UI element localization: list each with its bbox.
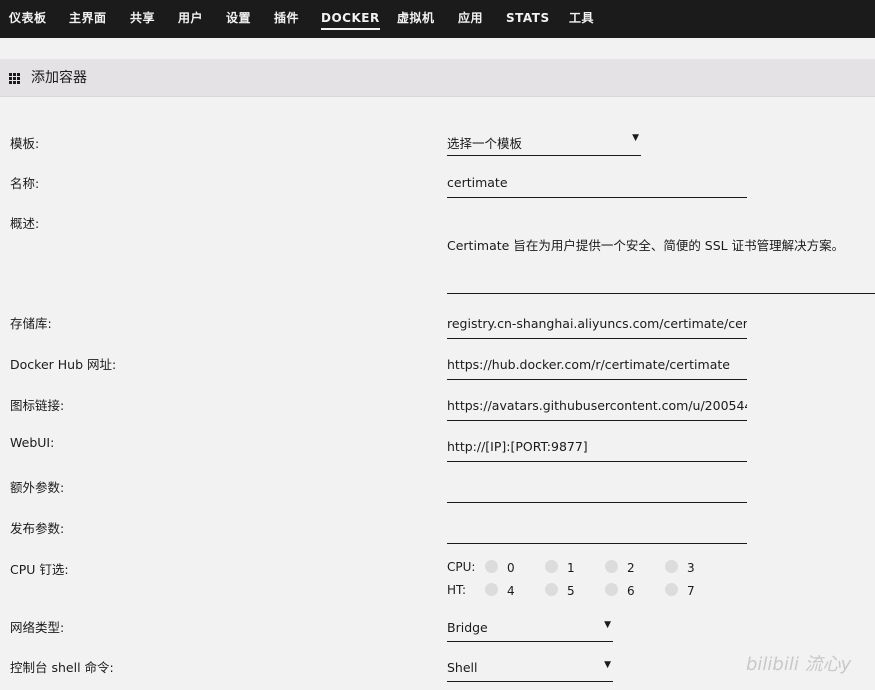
console-shell-label: 控制台 shell 命令: xyxy=(10,660,114,675)
nav-tools[interactable]: 工具 xyxy=(569,0,594,38)
webui-value: http://[IP]:[PORT:9877] xyxy=(447,439,588,454)
section-header: 添加容器 xyxy=(0,59,875,97)
cpu-number: 6 xyxy=(627,584,635,598)
checkbox-circle-icon xyxy=(545,560,558,573)
overview-textarea[interactable]: Certimate 旨在为用户提供一个安全、简便的 SSL 证书管理解决方案。 xyxy=(447,235,875,294)
extra-params-label: 额外参数: xyxy=(10,480,65,495)
page-title: 添加容器 xyxy=(31,70,87,86)
nav-apps[interactable]: 应用 xyxy=(458,0,483,38)
bilibili-watermark: bilibili 流心y xyxy=(746,654,852,675)
checkbox-circle-icon xyxy=(485,583,498,596)
post-args-label: 发布参数: xyxy=(10,521,65,536)
grid-icon xyxy=(9,73,21,84)
checkbox-circle-icon xyxy=(665,583,678,596)
checkbox-circle-icon xyxy=(605,583,618,596)
nav-plugins[interactable]: 插件 xyxy=(274,0,299,38)
cpu-number: 3 xyxy=(687,561,695,575)
template-select-value: 选择一个模板 xyxy=(447,136,523,151)
icon-url-value: https://avatars.githubusercontent.com/u/… xyxy=(447,398,747,413)
docker-hub-label: Docker Hub 网址: xyxy=(10,357,117,372)
console-shell-value: Shell xyxy=(447,660,478,675)
nav-dashboard[interactable]: 仪表板 xyxy=(9,0,47,38)
checkbox-circle-icon xyxy=(485,560,498,573)
name-input[interactable]: certimate xyxy=(447,175,747,198)
dropdown-arrow-icon: ▼ xyxy=(604,620,611,630)
webui-label: WebUI: xyxy=(10,435,55,450)
cpu-number: 4 xyxy=(507,584,515,598)
cpu-number: 0 xyxy=(507,561,515,575)
cpu-number: 7 xyxy=(687,584,695,598)
template-select[interactable]: 选择一个模板 ▼ xyxy=(447,133,641,156)
template-label: 模板: xyxy=(10,136,40,151)
nav-main[interactable]: 主界面 xyxy=(69,0,107,38)
dropdown-arrow-icon: ▼ xyxy=(632,133,639,143)
repository-value: registry.cn-shanghai.aliyuncs.com/certim… xyxy=(447,316,747,331)
checkbox-circle-icon xyxy=(545,583,558,596)
cpu-number: 1 xyxy=(567,561,575,575)
checkbox-circle-icon xyxy=(605,560,618,573)
top-navigation: 仪表板 主界面 共享 用户 设置 插件 DOCKER 虚拟机 应用 STATS … xyxy=(0,0,875,38)
name-value: certimate xyxy=(447,175,508,190)
nav-vms[interactable]: 虚拟机 xyxy=(397,0,435,38)
nav-shares[interactable]: 共享 xyxy=(130,0,155,38)
cpu-number: 2 xyxy=(627,561,635,575)
icon-url-label: 图标链接: xyxy=(10,398,65,413)
nav-users[interactable]: 用户 xyxy=(178,0,203,38)
nav-docker[interactable]: DOCKER xyxy=(321,0,380,30)
cpu-number: 5 xyxy=(567,584,575,598)
network-type-value: Bridge xyxy=(447,620,488,635)
overview-value: Certimate 旨在为用户提供一个安全、简便的 SSL 证书管理解决方案。 xyxy=(447,238,845,253)
nav-settings[interactable]: 设置 xyxy=(226,0,251,38)
cpu-pinning-label: CPU 钉选: xyxy=(10,562,69,577)
checkbox-circle-icon xyxy=(665,560,678,573)
repository-input[interactable]: registry.cn-shanghai.aliyuncs.com/certim… xyxy=(447,316,747,339)
post-args-input[interactable] xyxy=(447,521,747,544)
extra-params-input[interactable] xyxy=(447,480,747,503)
name-label: 名称: xyxy=(10,176,40,191)
overview-label: 概述: xyxy=(10,216,40,231)
docker-hub-value: https://hub.docker.com/r/certimate/certi… xyxy=(447,357,730,372)
webui-input[interactable]: http://[IP]:[PORT:9877] xyxy=(447,439,747,462)
cpu-label: CPU: xyxy=(447,560,476,574)
icon-url-input[interactable]: https://avatars.githubusercontent.com/u/… xyxy=(447,398,747,421)
network-type-label: 网络类型: xyxy=(10,620,65,635)
nav-stats[interactable]: STATS xyxy=(506,0,550,38)
dropdown-arrow-icon: ▼ xyxy=(604,660,611,670)
ht-label: HT: xyxy=(447,583,467,597)
repository-label: 存储库: xyxy=(10,316,52,331)
docker-hub-input[interactable]: https://hub.docker.com/r/certimate/certi… xyxy=(447,357,747,380)
console-shell-select[interactable]: Shell ▼ xyxy=(447,660,613,682)
network-type-select[interactable]: Bridge ▼ xyxy=(447,620,613,642)
